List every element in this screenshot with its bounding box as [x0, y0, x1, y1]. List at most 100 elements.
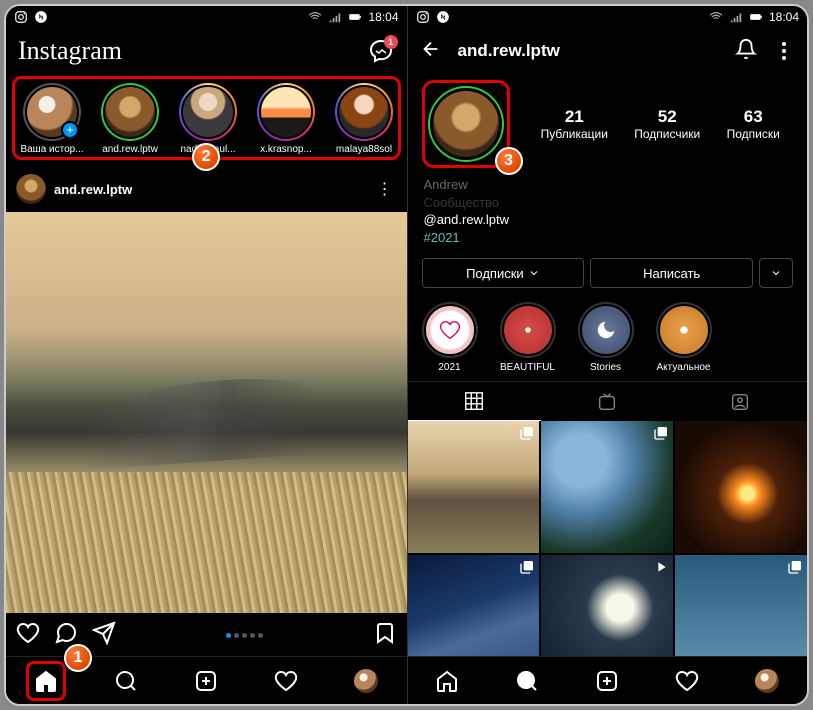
tagged-icon: [729, 391, 751, 413]
story-self[interactable]: + Ваша истор...: [17, 83, 87, 155]
like-button[interactable]: [16, 621, 40, 650]
carousel-icon: [519, 559, 535, 575]
post-header[interactable]: and.rew.lptw ⋮: [6, 166, 407, 212]
status-bar: 18:04: [408, 6, 808, 28]
profile-screen: 18:04 and.rew.lptw 3 21Публикации 52Подп…: [407, 6, 808, 704]
posts-grid: [408, 421, 808, 687]
nav-profile[interactable]: [747, 661, 787, 701]
highlight-item[interactable]: Stories: [574, 302, 638, 373]
avatar-highlight-box: 3: [422, 80, 510, 168]
signal-icon: [729, 10, 743, 24]
profile-top: 3 21Публикации 52Подписчики 63Подписки: [408, 74, 808, 174]
profile-buttons: Подписки Написать: [408, 254, 808, 298]
profile-more-button[interactable]: [773, 42, 795, 60]
star-icon: [517, 319, 539, 341]
carousel-dots: [226, 633, 263, 638]
status-bar: 18:04: [6, 6, 407, 28]
moon-icon: [595, 319, 617, 341]
status-time: 18:04: [368, 10, 398, 24]
tab-grid[interactable]: [408, 382, 541, 421]
tab-tagged[interactable]: [674, 382, 807, 421]
profile-stats: 21Публикации 52Подписчики 63Подписки: [528, 107, 794, 141]
messenger-button[interactable]: 1: [367, 37, 395, 65]
nav-profile[interactable]: [346, 661, 386, 701]
callout-3: 3: [495, 147, 523, 175]
profile-avatar[interactable]: [430, 88, 502, 160]
profile-bio: Andrew Сообщество @and.rew.lptw #2021: [408, 174, 808, 254]
post-avatar[interactable]: [16, 174, 46, 204]
wifi-icon: [709, 10, 723, 24]
feed-header: Instagram 1: [6, 28, 407, 74]
carousel-icon: [787, 559, 803, 575]
highlight-item[interactable]: Актуальное: [652, 302, 716, 373]
nav-search[interactable]: [507, 661, 547, 701]
instagram-icon: [14, 10, 28, 24]
battery-icon: [348, 10, 362, 24]
highlights-tray[interactable]: 2021 BEAUTIFUL Stories Актуальное: [408, 298, 808, 381]
back-button[interactable]: [420, 38, 442, 65]
grid-post[interactable]: [541, 421, 673, 553]
sun-icon: [673, 319, 695, 341]
post-more-button[interactable]: ⋮: [377, 179, 397, 199]
bio-name: Andrew: [424, 176, 792, 194]
tab-igtv[interactable]: [541, 382, 674, 421]
feed-screen: 18:04 Instagram 1 + Ваша истор... and.re…: [6, 6, 407, 704]
instagram-logo: Instagram: [18, 36, 122, 66]
wifi-icon: [308, 10, 322, 24]
grid-icon: [463, 390, 485, 412]
battery-icon: [749, 10, 763, 24]
message-button[interactable]: Написать: [590, 258, 753, 288]
story-item[interactable]: x.krasnop...: [251, 83, 321, 155]
bottom-nav: [408, 656, 808, 704]
carousel-icon: [653, 425, 669, 441]
bio-category: Сообщество: [424, 194, 792, 212]
stories-highlight-box: + Ваша истор... and.rew.lptw nadianraul.…: [12, 76, 401, 160]
nav-home[interactable]: [427, 661, 467, 701]
chevron-down-icon: [770, 267, 782, 279]
bio-hashtag: #2021: [424, 229, 792, 247]
carousel-icon: [519, 425, 535, 441]
profile-tabs: [408, 381, 808, 421]
chevron-down-icon: [528, 267, 540, 279]
post-username[interactable]: and.rew.lptw: [54, 182, 369, 197]
nav-activity[interactable]: [266, 661, 306, 701]
callout-2: 2: [192, 143, 220, 171]
suggest-button[interactable]: [759, 258, 793, 288]
story-label: x.krasnop...: [260, 144, 312, 155]
signal-icon: [328, 10, 342, 24]
grid-post[interactable]: [408, 421, 540, 553]
post-image[interactable]: [6, 212, 407, 613]
story-label: Ваша истор...: [20, 144, 83, 155]
stat-posts[interactable]: 21Публикации: [541, 107, 608, 141]
shazam-icon: [436, 10, 450, 24]
callout-1: 1: [64, 644, 92, 672]
notifications-button[interactable]: [735, 38, 757, 65]
story-item[interactable]: and.rew.lptw: [95, 83, 165, 155]
stat-following[interactable]: 63Подписки: [727, 107, 780, 141]
nav-home[interactable]: [26, 661, 66, 701]
stat-followers[interactable]: 52Подписчики: [634, 107, 700, 141]
bio-handle: @and.rew.lptw: [424, 211, 792, 229]
igtv-icon: [596, 391, 618, 413]
nav-add[interactable]: [587, 661, 627, 701]
nav-activity[interactable]: [667, 661, 707, 701]
story-label: and.rew.lptw: [102, 144, 158, 155]
add-story-icon: +: [61, 121, 79, 139]
profile-title: and.rew.lptw: [458, 41, 720, 61]
msg-badge: 1: [384, 35, 398, 49]
save-button[interactable]: [373, 621, 397, 650]
nav-search[interactable]: [106, 661, 146, 701]
grid-post[interactable]: [675, 421, 807, 553]
profile-header: and.rew.lptw: [408, 28, 808, 74]
highlight-item[interactable]: BEAUTIFUL: [496, 302, 560, 373]
nav-add[interactable]: [186, 661, 226, 701]
status-time: 18:04: [769, 10, 799, 24]
story-item[interactable]: malaya88sol: [329, 83, 396, 155]
following-button[interactable]: Подписки: [422, 258, 585, 288]
story-label: malaya88sol: [336, 144, 392, 155]
instagram-icon: [416, 10, 430, 24]
share-button[interactable]: [92, 621, 116, 650]
heart-icon: [439, 319, 461, 341]
video-icon: [653, 559, 669, 575]
highlight-item[interactable]: 2021: [418, 302, 482, 373]
